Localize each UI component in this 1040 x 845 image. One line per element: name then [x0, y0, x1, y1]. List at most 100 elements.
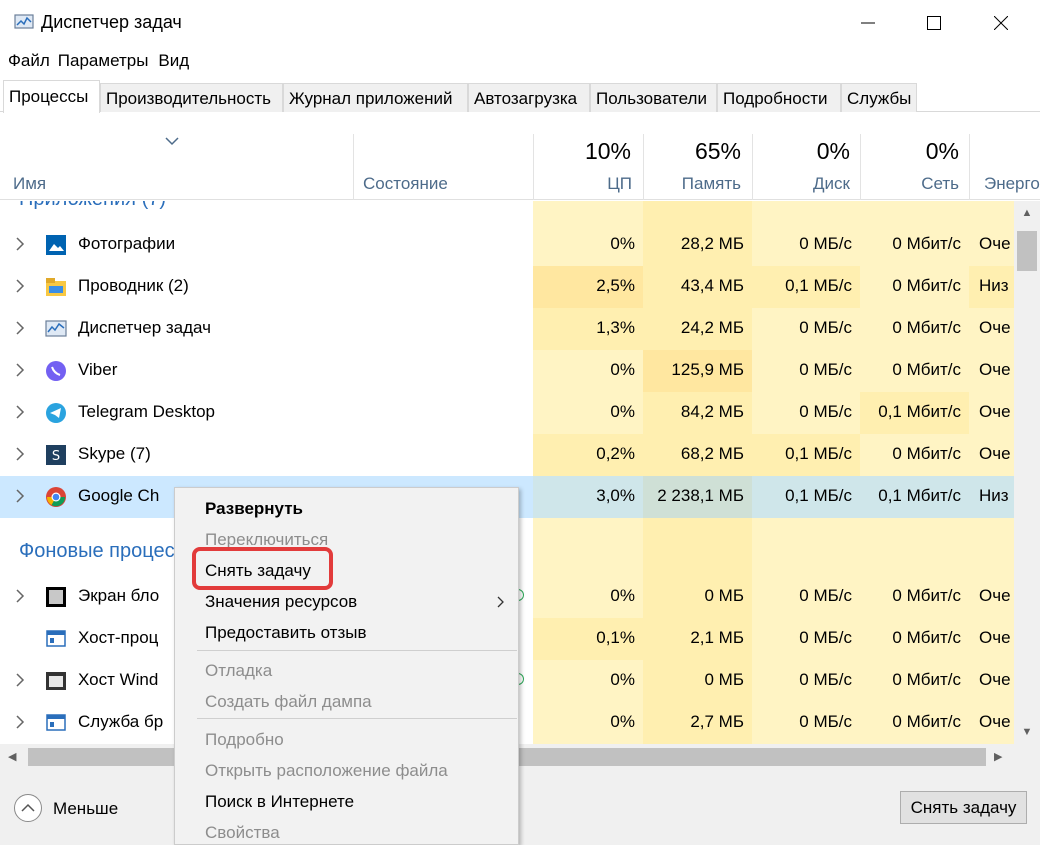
menu-item-properties: Свойства	[205, 823, 280, 842]
memory-value: 43,4 МБ	[680, 276, 744, 295]
sort-chevron-icon[interactable]	[165, 136, 179, 146]
table-row[interactable]: Проводник (2) 2,5% 43,4 МБ 0,1 МБ/с 0 Мб…	[0, 266, 1014, 308]
chevron-right-icon[interactable]	[15, 363, 25, 377]
svg-text:S: S	[52, 449, 60, 464]
column-state[interactable]: Состояние	[363, 174, 448, 194]
maximize-button[interactable]	[902, 0, 966, 46]
table-row[interactable]: Telegram Desktop 0% 84,2 МБ 0 МБ/с 0,1 М…	[0, 392, 1014, 434]
scroll-down-icon[interactable]: ▼	[1014, 726, 1040, 738]
scroll-up-icon[interactable]: ▲	[1014, 207, 1040, 219]
cpu-total: 10%	[584, 138, 631, 164]
cpu-value: 3,0%	[533, 476, 643, 518]
scroll-left-icon[interactable]: ◀	[8, 750, 16, 763]
energy-value: Оче	[979, 444, 1011, 463]
column-name[interactable]: Имя	[13, 174, 46, 194]
cpu-value: 0%	[610, 670, 635, 689]
network-value: 0 Мбит/с	[892, 586, 961, 605]
menu-item-expand[interactable]: Развернуть	[205, 499, 303, 519]
memory-value: 2,1 МБ	[690, 628, 744, 647]
end-task-button[interactable]: Снять задачу	[900, 791, 1027, 824]
table-row[interactable]: Viber 0% 125,9 МБ 0 МБ/с 0 Мбит/с Оче	[0, 350, 1014, 392]
energy-value: Оче	[979, 628, 1011, 647]
context-menu: Развернуть Переключиться Снять задачу Зн…	[174, 487, 519, 845]
memory-value: 28,2 МБ	[680, 234, 744, 253]
tab-app-history[interactable]: Журнал приложений	[283, 83, 468, 112]
explorer-icon	[46, 278, 66, 296]
disk-value: 0 МБ/с	[799, 628, 852, 647]
chevron-right-icon[interactable]	[15, 489, 25, 503]
table-row[interactable]: Диспетчер задач 1,3% 24,2 МБ 0 МБ/с 0 Мб…	[0, 308, 1014, 350]
column-cpu[interactable]: ЦП	[533, 174, 632, 194]
close-icon	[994, 16, 1008, 30]
fewer-details-button[interactable]	[14, 794, 42, 822]
energy-value: Оче	[979, 234, 1011, 253]
memory-value: 24,2 МБ	[680, 318, 744, 337]
scroll-right-icon[interactable]: ▶	[994, 750, 1002, 763]
menu-separator	[197, 650, 517, 651]
window-title: Диспетчер задач	[41, 12, 182, 32]
chevron-up-icon	[21, 803, 35, 812]
vertical-scrollbar[interactable]: ▲ ▼	[1014, 201, 1040, 744]
process-name: Диспетчер задач	[78, 318, 211, 337]
tab-processes[interactable]: Процессы	[3, 80, 100, 113]
menu-item-resource-values[interactable]: Значения ресурсов	[205, 592, 357, 612]
chevron-right-icon[interactable]	[15, 279, 25, 293]
menu-item-create-dump: Создать файл дампа	[205, 692, 372, 711]
close-button[interactable]	[969, 0, 1033, 46]
cpu-value: 1,3%	[533, 308, 643, 350]
tab-details[interactable]: Подробности	[717, 83, 841, 112]
chevron-right-icon[interactable]	[15, 589, 25, 603]
cpu-value: 0%	[610, 586, 635, 605]
menu-item-search-online[interactable]: Поиск в Интернете	[205, 792, 354, 812]
chevron-right-icon[interactable]	[15, 405, 25, 419]
memory-value: 0 МБ	[704, 586, 745, 605]
minimize-button[interactable]	[836, 0, 900, 46]
menu-item-feedback[interactable]: Предоставить отзыв	[205, 623, 366, 643]
chevron-right-icon[interactable]	[15, 715, 25, 729]
menu-view[interactable]: Вид	[152, 48, 193, 74]
network-value: 0 Мбит/с	[892, 712, 961, 731]
telegram-icon	[46, 403, 66, 423]
energy-value: Оче	[979, 712, 1011, 731]
tab-users[interactable]: Пользователи	[590, 83, 717, 112]
chrome-icon	[46, 487, 66, 507]
network-value: 0 Мбит/с	[892, 276, 961, 295]
vertical-scroll-thumb[interactable]	[1017, 231, 1037, 271]
column-energy[interactable]: Энерго	[984, 174, 1040, 194]
chevron-right-icon[interactable]	[15, 237, 25, 251]
fewer-details-label[interactable]: Меньше	[53, 799, 118, 819]
column-memory[interactable]: Память	[643, 174, 741, 194]
energy-value: Низ	[969, 476, 1014, 518]
energy-value: Оче	[979, 360, 1011, 379]
group-background-title: Фоновые процессы	[19, 540, 199, 562]
cpu-value: 0%	[610, 402, 635, 421]
title-bar: Диспетчер задач	[0, 0, 1040, 46]
menu-options[interactable]: Параметры	[54, 48, 153, 74]
chevron-right-icon[interactable]	[15, 447, 25, 461]
menu-separator	[197, 718, 517, 719]
tab-startup[interactable]: Автозагрузка	[468, 83, 590, 112]
skype-icon: S	[46, 445, 66, 465]
column-disk[interactable]: Диск	[752, 174, 850, 194]
maximize-icon	[927, 16, 941, 30]
chevron-right-icon[interactable]	[15, 321, 25, 335]
column-network[interactable]: Сеть	[860, 174, 959, 194]
menu-file[interactable]: Файл	[0, 48, 54, 74]
process-name: Google Ch	[78, 486, 160, 505]
cpu-value: 0,2%	[533, 434, 643, 476]
minimize-icon	[861, 22, 875, 24]
menu-item-details: Подробно	[205, 730, 284, 749]
memory-value: 125,9 МБ	[643, 350, 752, 392]
memory-value: 0 МБ	[704, 670, 745, 689]
tab-services[interactable]: Службы	[841, 83, 917, 112]
table-row[interactable]: Фотографии 0% 28,2 МБ 0 МБ/с 0 Мбит/с Оч…	[0, 224, 1014, 266]
tab-performance[interactable]: Производительность	[100, 83, 283, 112]
memory-value: 68,2 МБ	[680, 444, 744, 463]
disk-value: 0 МБ/с	[799, 712, 852, 731]
chevron-right-icon[interactable]	[15, 673, 25, 687]
network-value: 0 Мбит/с	[892, 234, 961, 253]
energy-value: Оче	[979, 318, 1011, 337]
network-total: 0%	[925, 138, 959, 164]
table-row[interactable]: S Skype (7) 0,2% 68,2 МБ 0,1 МБ/с 0 Мбит…	[0, 434, 1014, 476]
process-name: Проводник (2)	[78, 276, 189, 295]
